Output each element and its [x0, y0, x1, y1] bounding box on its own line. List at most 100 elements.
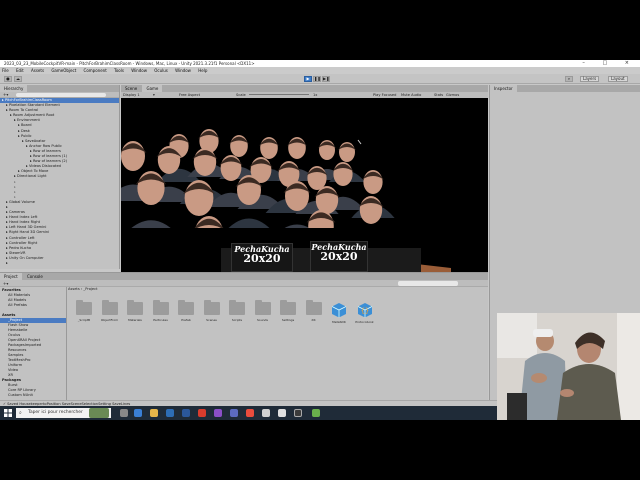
menu-file[interactable]: File [2, 68, 9, 73]
unity-icon[interactable] [262, 409, 270, 417]
project-tree-label: Video [8, 368, 19, 372]
tab-scene[interactable]: Scene [121, 85, 142, 92]
asset-label: MetaSDK [332, 320, 346, 324]
asset-label: Scripts [231, 318, 243, 322]
asset-item[interactable]: Scenes [200, 300, 224, 322]
hierarchy-item-label: Directional Light [16, 174, 47, 179]
account-icon[interactable]: ● [4, 76, 12, 82]
taskbar-search-placeholder: Taper ici pour rechercher [28, 410, 83, 415]
expand-arrow-icon[interactable]: ▸ [14, 190, 16, 194]
expand-arrow-icon[interactable]: ▸ [6, 205, 8, 209]
window-titlebar: 2023_03_23_MobileCockpitVR-main - PitchF… [0, 60, 640, 67]
hierarchy-item-label: Controller Left [8, 235, 35, 240]
asset-item[interactable]: MetaSDK [327, 302, 351, 324]
windows-start-icon[interactable] [4, 409, 12, 417]
expand-arrow-icon[interactable]: ▸ [6, 261, 8, 265]
asset-item[interactable]: {} ProtocolLink [353, 302, 377, 324]
asset-item[interactable]: _ScriptB [72, 300, 96, 322]
hierarchy-item-label: Videos Dislocated [28, 164, 61, 169]
opera-icon[interactable] [198, 409, 206, 417]
board-subtitle-1: 20x20 [243, 252, 281, 265]
scale-slider[interactable] [249, 94, 309, 95]
asset-item[interactable]: Prefab [174, 300, 198, 322]
hierarchy-panel: Hierarchy +▾ ▸ PitchForBrahimClassRoom ▸ … [0, 85, 120, 269]
search-icon[interactable]: ⌕ [565, 76, 573, 82]
tab-inspector[interactable]: Inspector [490, 85, 517, 92]
menu-window-2[interactable]: Window [175, 68, 191, 73]
store-icon[interactable] [166, 409, 174, 417]
tab-game[interactable]: Game [142, 85, 163, 92]
tab-console[interactable]: Console [22, 273, 47, 280]
hierarchy-item[interactable]: ▸ [0, 261, 119, 266]
hierarchy-item-label: Object To Move [20, 169, 49, 174]
layers-dropdown[interactable]: Layers [580, 76, 600, 82]
project-panel: Project Console +▾ Favorites All Material… [0, 272, 488, 400]
unity-hub-icon[interactable] [278, 409, 286, 417]
hierarchy-item-label: Row of learners (1) [32, 154, 68, 159]
word-icon[interactable] [182, 409, 190, 417]
folder-icon [152, 300, 169, 315]
layout-dropdown[interactable]: Layout [608, 76, 628, 82]
asset-item[interactable]: Materials [123, 300, 147, 322]
tab-project[interactable]: Project [0, 273, 22, 280]
asset-item[interactable]: Particules [149, 300, 173, 322]
project-tree-label: All Models [8, 298, 27, 302]
asset-item[interactable]: Scripts [225, 300, 249, 322]
breadcrumb[interactable]: Assets › _Project [68, 287, 98, 291]
menu-assets[interactable]: Assets [31, 68, 44, 73]
board-subtitle-2: 20x20 [320, 250, 358, 263]
edge-icon[interactable] [134, 409, 142, 417]
task-view-icon[interactable] [120, 409, 128, 417]
android-icon[interactable] [312, 409, 320, 417]
svg-text:{}: {} [360, 307, 368, 315]
add-icon[interactable]: +▾ [3, 280, 8, 287]
asset-item[interactable]: Settings [276, 300, 300, 322]
project-divider [66, 287, 67, 400]
cloud-icon[interactable]: ☁ [14, 76, 22, 82]
terminal-icon[interactable] [294, 409, 302, 417]
project-tree: Favorites All Materials All Models All Pref… [0, 288, 66, 398]
main-toolbar: ● ☁ ▶ ❚❚ ▶❚ ⌕ Layers Layout [0, 74, 640, 84]
project-tree-label: Burst [8, 383, 18, 387]
app-purple-icon[interactable] [214, 409, 222, 417]
hierarchy-item-label: Desk [20, 128, 30, 133]
folder-icon [280, 300, 296, 315]
expand-arrow-icon[interactable]: ▸ [14, 180, 16, 184]
game-view[interactable]: PechaKucha 20x20 PechaKucha 20x20 [121, 98, 488, 272]
menu-oculus[interactable]: Oculus [154, 68, 168, 73]
project-search-input[interactable] [398, 281, 458, 286]
menu-gameobject[interactable]: GameObject [51, 68, 76, 73]
project-tree-label: Flash Show [8, 323, 29, 327]
screen: 2023_03_23_MobileCockpitVR-main - PitchF… [0, 0, 640, 480]
asset-item[interactable]: Sounds [251, 300, 275, 322]
project-tree-item[interactable]: Custom NUnit [0, 393, 66, 398]
menu-window[interactable]: Window [131, 68, 147, 73]
window-controls[interactable]: – □ × [582, 60, 637, 67]
expand-arrow-icon[interactable]: ▸ [14, 195, 16, 199]
hierarchy-search-input[interactable] [16, 93, 106, 97]
play-button[interactable]: ▶ [304, 76, 312, 82]
add-icon[interactable]: +▾ [3, 92, 8, 98]
menu-help[interactable]: Help [198, 68, 207, 73]
project-tree-label: Favorites [2, 288, 21, 292]
step-button[interactable]: ▶❚ [322, 76, 330, 82]
hierarchy-item-label: Global Volume [8, 199, 35, 204]
project-tree-label: Assets [2, 313, 16, 317]
hierarchy-item-label: Hand Index Right [8, 220, 41, 225]
asset-label: ObjectFrom [100, 318, 119, 322]
app-red-icon[interactable] [246, 409, 254, 417]
menu-edit[interactable]: Edit [16, 68, 24, 73]
pause-button[interactable]: ❚❚ [313, 76, 321, 82]
expand-arrow-icon[interactable]: ▸ [14, 185, 16, 189]
tab-hierarchy[interactable]: Hierarchy [0, 85, 28, 92]
asset-item[interactable]: XR [302, 300, 326, 322]
search-highlight-icon[interactable] [89, 408, 109, 418]
file-explorer-icon[interactable] [150, 409, 158, 417]
asset-item[interactable]: ObjectFrom [98, 300, 122, 322]
inspector-tab-row: Inspector [490, 85, 640, 92]
project-tree-label: OpenXRAll Project [8, 338, 41, 342]
menu-tools[interactable]: Tools [114, 68, 124, 73]
menu-component[interactable]: Component [84, 68, 107, 73]
discord-icon[interactable] [230, 409, 238, 417]
hierarchy-item-label: Row of learners (2) [32, 159, 68, 164]
